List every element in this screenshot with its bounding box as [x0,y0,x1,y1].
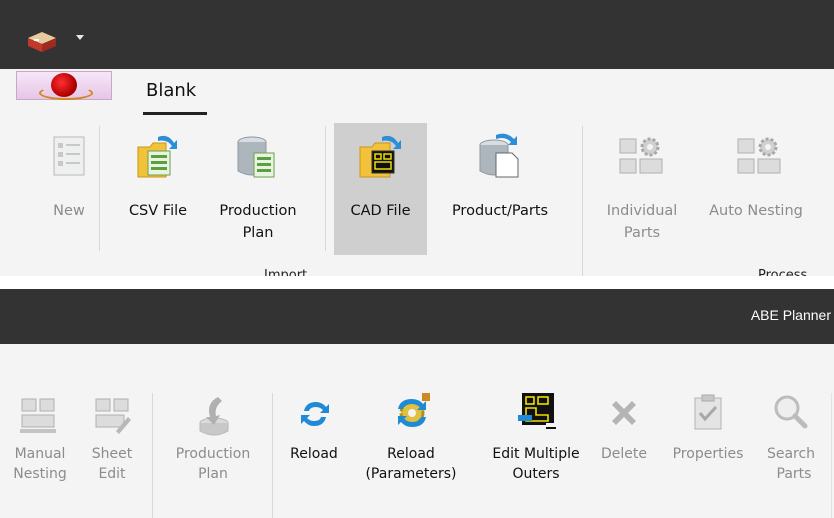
tab-active-indicator [143,112,207,115]
nesting-gear-icon [618,135,666,179]
product-parts-button[interactable]: Product/Parts [430,125,570,255]
production-plan-icon [196,395,232,437]
search-parts-button[interactable]: Search Parts [756,389,826,509]
auto-nesting-button[interactable]: Auto Nesting [696,125,816,255]
sheet-edit-label-1: Sheet [91,446,133,462]
application-menu-button[interactable] [16,71,112,100]
ribbon-bottom-panel: ABE Planner Manual Nesting Sheet Edit Pr… [0,289,834,518]
csv-file-button[interactable]: CSV File [112,125,204,255]
new-doc-icon [52,135,86,177]
app-logo-icon [51,73,77,97]
reload-icon [298,397,332,431]
sheet-edit-button[interactable]: Sheet Edit [82,389,142,509]
manual-nesting-label-1: Manual [14,446,66,462]
delete-label: Delete [601,446,647,462]
separator [325,126,326,251]
individual-parts-label-2: Parts [623,225,661,241]
group-label-import: Import [264,268,308,276]
production-plan-label-2: Plan [198,466,228,482]
title-bar: ABE Planner [0,289,834,344]
individual-parts-button[interactable]: Individual Parts [592,125,692,255]
new-button[interactable]: New [40,125,98,255]
separator [831,393,832,518]
production-plan-button[interactable]: Production Plan [204,125,312,255]
cad-file-button[interactable]: CAD File [334,123,427,255]
separator [99,126,100,251]
reload-params-icon [392,391,432,431]
sheet-edit-label-2: Edit [98,466,126,482]
nesting-gear-icon [18,397,58,435]
edit-multiple-outers-label-2: Outers [512,466,560,482]
edit-multiple-outers-button[interactable]: Edit Multiple Outers [474,389,598,509]
tab-row [0,69,834,116]
production-plan-label-1: Production [219,203,297,219]
delete-button[interactable]: Delete [596,389,652,509]
reload-parameters-button[interactable]: Reload (Parameters) [352,389,470,509]
reload-button[interactable]: Reload [280,389,348,509]
product-parts-label: Product/Parts [451,203,549,219]
csv-file-label: CSV File [128,203,188,219]
production-plan-label-1: Production [175,446,251,462]
production-plan-button[interactable]: Production Plan [160,389,266,509]
group-label-process: Process [758,268,808,276]
new-label: New [53,203,85,219]
search-parts-label-2: Parts [776,466,812,482]
properties-label: Properties [672,446,744,462]
chevron-down-icon[interactable] [76,35,84,40]
separator [582,126,583,276]
properties-icon [692,393,724,431]
reload-parameters-label-2: (Parameters) [365,466,457,482]
delete-icon [608,397,640,429]
separator [152,393,153,518]
ribbon-top-panel: Blank New CSV File Production Plan CAD F… [0,0,834,276]
separator [272,393,273,518]
individual-parts-label-1: Individual [606,203,678,219]
product-parts-icon [478,131,522,179]
properties-button[interactable]: Properties [660,389,756,509]
cad-file-label: CAD File [350,203,411,219]
search-icon [772,393,808,431]
edit-outers-icon [518,391,558,431]
cad-folder-icon [358,133,404,179]
app-logo-icon[interactable] [24,26,60,54]
manual-nesting-button[interactable]: Manual Nesting [0,389,80,509]
csv-folder-icon [136,133,180,179]
production-plan-label-2: Plan [242,225,274,241]
manual-nesting-label-2: Nesting [13,466,67,482]
reload-label: Reload [290,446,338,462]
title-bar [0,0,834,69]
tab-blank[interactable]: Blank [146,80,196,101]
edit-multiple-outers-label-1: Edit Multiple [492,446,580,462]
nesting-gear-icon [736,135,784,179]
window-title: ABE Planner [750,307,831,323]
reload-parameters-label-1: Reload [387,446,435,462]
search-parts-label-1: Search [766,446,816,462]
auto-nesting-label: Auto Nesting [709,203,803,219]
sheet-edit-icon [92,397,132,435]
database-icon [236,135,276,179]
